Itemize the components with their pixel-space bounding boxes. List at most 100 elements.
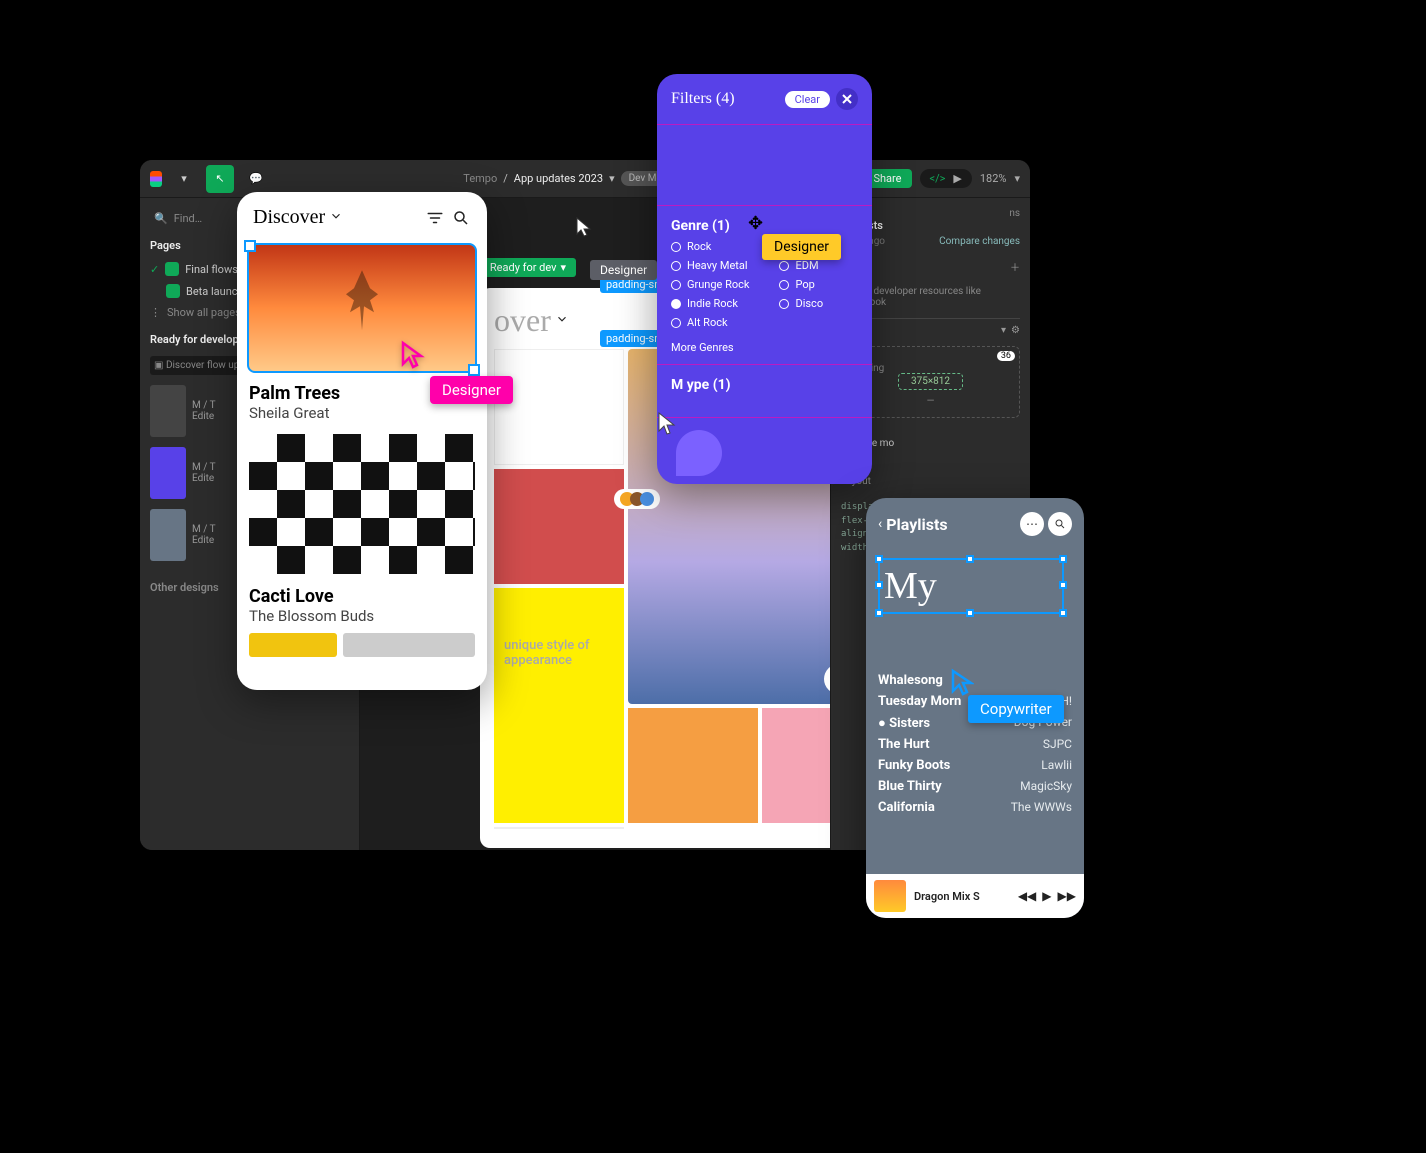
track-title: Whalesong: [878, 673, 943, 688]
cursor-icon: [575, 216, 593, 242]
grid-cell: [762, 708, 830, 824]
back-button[interactable]: ‹: [878, 516, 882, 532]
radio-icon: [671, 261, 681, 271]
genre-option[interactable]: Indie Rock: [671, 297, 749, 310]
project-name: Tempo: [463, 172, 497, 185]
close-button[interactable]: [836, 88, 858, 110]
code-icon[interactable]: </>: [930, 172, 946, 185]
play-button[interactable]: ▶: [1042, 889, 1051, 903]
avatar-icon: [640, 492, 654, 506]
frame-thumb-icon: [150, 385, 186, 437]
genre-option[interactable]: Disco: [779, 297, 839, 310]
grid-cell: [494, 469, 624, 585]
genre-option[interactable]: EDM: [779, 259, 839, 272]
track-list: WhalesongTuesday MornOHYEAH!SistersDog P…: [866, 666, 1084, 822]
collaborator-tag-copywriter: Copywriter: [968, 695, 1064, 723]
grid-cell: [628, 708, 758, 824]
grid-cell: [494, 349, 624, 465]
avatars-chip[interactable]: [614, 489, 660, 509]
filter-icon[interactable]: [425, 208, 445, 228]
discover-card: Discover Palm Trees Sheila Great Cacti L…: [237, 192, 487, 690]
now-playing-title: Dragon Mix S: [914, 890, 1010, 903]
genre-option[interactable]: Alt Rock: [671, 316, 749, 329]
more-genres-link[interactable]: More Genres: [657, 335, 872, 364]
frame-thumb-icon: [150, 447, 186, 499]
next-button[interactable]: ▶▶: [1058, 889, 1076, 903]
grid-cell: [494, 827, 624, 829]
frame-thumb-icon: [150, 509, 186, 561]
check-icon: ✓: [150, 263, 159, 276]
checker-art: [249, 434, 475, 574]
filters-title: Filters (4): [671, 90, 735, 108]
song-artist: Sheila Great: [237, 404, 487, 430]
track-title: Funky Boots: [878, 758, 950, 773]
media-type-section-title[interactable]: M ype (1): [657, 365, 872, 399]
layout-label: Layout: [841, 476, 1020, 487]
genre-option[interactable]: Rock: [671, 240, 749, 253]
clear-button[interactable]: Clear: [785, 91, 830, 108]
page-badge-icon: [166, 284, 180, 298]
discover-title[interactable]: Discover: [253, 206, 419, 229]
track-row[interactable]: CaliforniaThe WWWs: [878, 797, 1072, 818]
search-button[interactable]: [1048, 512, 1072, 536]
size-chip: 36: [997, 351, 1015, 361]
kebab-icon: ⋮: [150, 306, 161, 319]
track-title: The Hurt: [878, 737, 930, 752]
now-playing-art-icon: [874, 880, 906, 912]
zoom-level[interactable]: 182%: [980, 172, 1007, 185]
radio-icon: [671, 280, 681, 290]
move-cursor-icon: ✥: [748, 213, 763, 234]
chevron-down-icon[interactable]: ▾: [170, 165, 198, 193]
prev-button[interactable]: ◀◀: [1018, 889, 1036, 903]
file-name: App updates 2023: [514, 172, 603, 185]
cursor-icon: [400, 340, 426, 374]
collaborator-tag-designer: Designer: [762, 234, 841, 260]
purple-comment-icon[interactable]: [676, 430, 722, 476]
track-title: Sisters: [878, 715, 930, 731]
genre-option[interactable]: Grunge Rock: [671, 278, 749, 291]
track-title: Tuesday Morn: [878, 694, 961, 709]
album-art-selected[interactable]: [247, 243, 477, 373]
more-button[interactable]: ⋯: [1020, 512, 1044, 536]
tree-silhouette-icon: [342, 270, 382, 330]
song-artist: The Blossom Buds: [237, 607, 487, 633]
yellow-text-cell: unique style of appearance: [494, 588, 624, 823]
cursor-icon: [656, 410, 678, 440]
track-row[interactable]: The HurtSJPC: [878, 734, 1072, 755]
preview-tile: [343, 633, 475, 657]
genre-option[interactable]: Heavy Metal: [671, 259, 749, 272]
chevron-down-icon[interactable]: ▾: [1014, 172, 1020, 185]
radio-icon: [671, 299, 681, 309]
track-row[interactable]: Funky Boots Lawlii: [878, 755, 1072, 776]
now-playing-bar: Dragon Mix S ◀◀ ▶ ▶▶: [866, 874, 1084, 918]
filters-card: Filters (4) Clear Genre (1) RockHeavy Me…: [657, 74, 872, 484]
track-title: Blue Thirty: [878, 779, 942, 794]
chevron-down-icon: ▾: [560, 261, 566, 274]
track-row[interactable]: Whalesong: [878, 670, 1072, 691]
track-artist: The WWWs: [1011, 800, 1072, 815]
chevron-down-icon[interactable]: [329, 206, 343, 229]
comment-tool-button[interactable]: 💬: [242, 165, 270, 193]
chevron-down-icon[interactable]: [555, 312, 569, 329]
compare-link[interactable]: Compare changes: [939, 236, 1020, 247]
collaborator-tag: Designer: [590, 260, 657, 280]
review-chip[interactable]: 10k+ Review ★★★★★ (5.0): [824, 664, 830, 694]
figma-logo-icon[interactable]: [150, 171, 162, 187]
playlist-name-editing[interactable]: My: [878, 558, 1064, 614]
track-artist: MagicSky: [1020, 779, 1072, 794]
genre-option[interactable]: Pop: [779, 278, 839, 291]
collaborator-tag-designer: Designer: [430, 376, 513, 404]
play-icon[interactable]: ▶: [953, 172, 961, 185]
page-badge-icon: [165, 262, 179, 276]
chevron-down-icon[interactable]: ▾: [609, 172, 615, 185]
playlists-title: Playlists: [886, 515, 1016, 534]
song-title: Cacti Love: [237, 578, 487, 607]
move-tool-button[interactable]: ↖: [206, 165, 234, 193]
radio-icon: [671, 242, 681, 252]
search-icon[interactable]: [451, 208, 471, 228]
search-icon: 🔍: [154, 212, 168, 225]
radio-icon: [779, 261, 789, 271]
track-artist: Lawlii: [1041, 758, 1072, 773]
track-row[interactable]: Blue Thirty MagicSky: [878, 776, 1072, 797]
preview-group: </> ▶: [920, 169, 972, 188]
